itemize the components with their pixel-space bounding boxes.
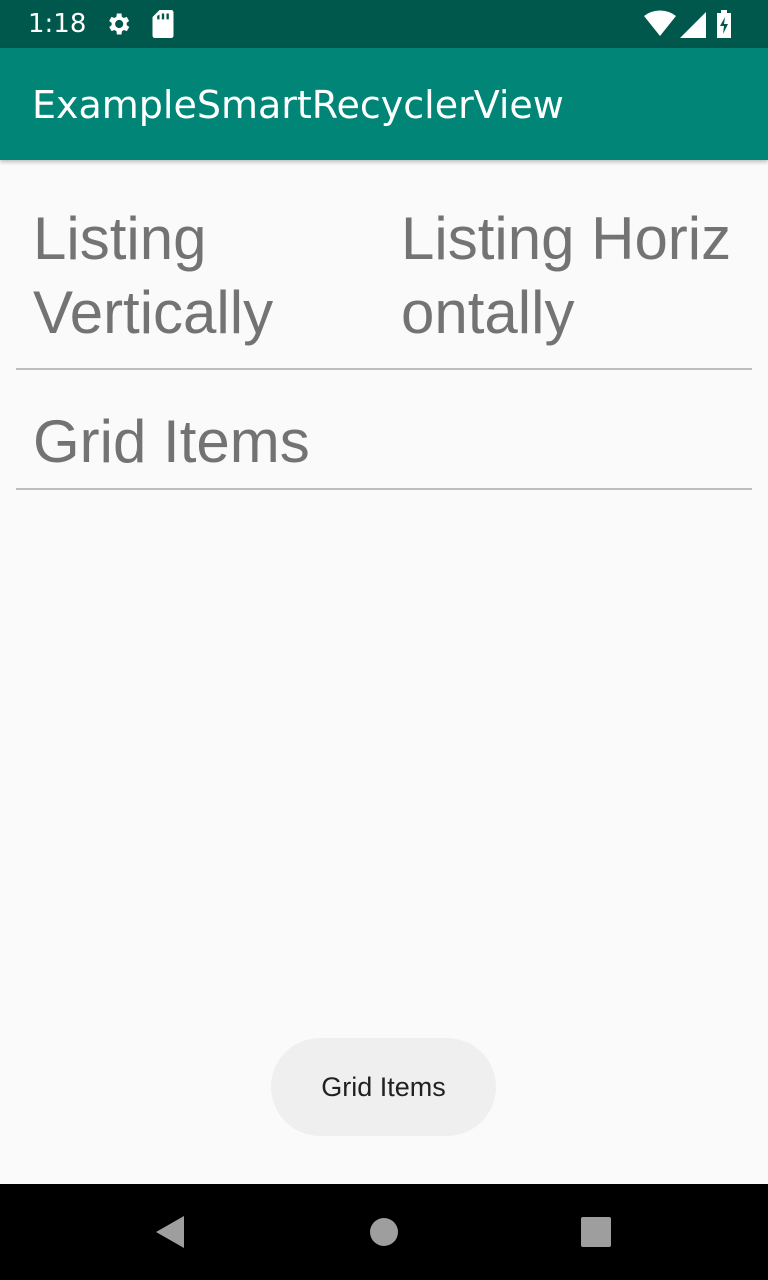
app-title: ExampleSmartRecyclerView [32, 83, 564, 127]
navigation-bar [0, 1184, 768, 1280]
grid-item-listing-vertically[interactable]: Listing Vertically [33, 202, 373, 350]
grid-item-listing-horizontally[interactable]: Listing Horizontally [401, 202, 752, 350]
signal-icon [680, 12, 706, 38]
recents-icon[interactable] [574, 1210, 618, 1254]
status-bar: 1:18 [0, 0, 768, 48]
status-time: 1:18 [28, 9, 87, 39]
sd-card-icon [152, 10, 174, 38]
toast-message: Grid Items [271, 1038, 496, 1136]
grid-list: Listing Vertically Listing Horizontally … [0, 160, 768, 1184]
status-right-icons [644, 10, 744, 38]
back-icon[interactable] [150, 1210, 194, 1254]
home-icon[interactable] [362, 1210, 406, 1254]
battery-charging-icon [717, 10, 731, 38]
app-bar: ExampleSmartRecyclerView [0, 48, 768, 160]
settings-icon [109, 13, 130, 35]
wifi-icon [644, 10, 676, 37]
grid-row: Grid Items [16, 370, 752, 490]
grid-item-grid-items[interactable]: Grid Items [33, 405, 373, 479]
grid-row: Listing Vertically Listing Horizontally [16, 160, 752, 370]
